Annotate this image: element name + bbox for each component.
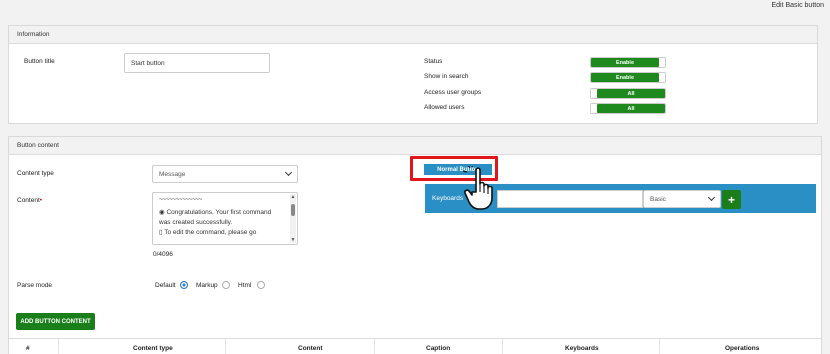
col-operations: Operations [725,345,760,352]
show-in-search-toggle[interactable]: Enable [590,72,666,83]
content-textarea[interactable]: ~~~~~~~~~~~~~ ◉ Congratulations. Your fi… [152,192,298,245]
button-title-label: Button title [24,58,55,65]
parse-html-label: Html [238,282,252,289]
button-title-input[interactable]: Start button [124,53,270,73]
parse-html-radio[interactable] [257,281,265,289]
scroll-up-icon[interactable]: ▲ [290,194,296,200]
parse-default-radio[interactable] [180,281,188,289]
allowed-users-label: Allowed users [424,104,465,111]
access-groups-value: All [597,89,665,98]
status-toggle-value: Enable [591,58,659,67]
information-header: Information [9,26,817,44]
col-keyboards: Keyboards [565,345,599,352]
information-panel: Information [8,25,818,124]
scroll-thumb[interactable] [291,204,295,216]
allowed-users-value: All [597,104,665,113]
content-line-3: was created successfully. [159,219,233,226]
col-content-type: Content type [133,345,173,352]
parse-mode-label: Parse mode [17,282,53,289]
col-caption: Caption [426,345,451,352]
content-type-label: Content type [17,170,54,177]
hand-pointer-icon [462,166,493,210]
allowed-users-toggle[interactable]: All [590,103,666,114]
parse-markup-label: Markup [196,282,218,289]
content-label: Content• [17,197,43,204]
col-index: # [26,345,30,352]
chevron-down-icon [707,193,716,202]
add-keyboard-button[interactable]: + [722,190,741,209]
keyboard-type-select[interactable]: Basic [643,190,721,208]
show-in-search-value: Enable [591,73,659,82]
show-in-search-label: Show in search [424,73,469,80]
add-button-content-button[interactable]: ADD BUTTON CONTENT [16,313,95,330]
access-groups-label: Access user groups [424,89,482,96]
content-line-2: ◉ Congratulations. Your first command [159,209,272,216]
content-table-header: # Content type Content Caption Keyboards… [9,338,821,354]
keyboards-label: Keyboards [432,195,464,202]
status-toggle[interactable]: Enable [590,57,666,68]
content-line-4: ▯ To edit the command, please go [159,229,257,236]
top-bar [0,0,830,14]
page-title: Edit Basic button [771,2,824,9]
keyboard-type-value: Basic [650,195,666,203]
status-label: Status [424,58,443,65]
content-scrollbar[interactable]: ▲ ▼ [290,194,296,243]
parse-markup-radio[interactable] [222,281,230,289]
content-type-select[interactable]: Message [152,165,298,183]
content-type-value: Message [159,170,186,178]
content-counter: 0/4096 [153,251,173,258]
col-content: Content [298,345,323,352]
content-line-1: ~~~~~~~~~~~~~ [159,196,202,203]
parse-default-label: Default [155,282,176,289]
access-groups-toggle[interactable]: All [590,88,666,99]
keyboard-caption-input[interactable] [497,190,643,208]
button-content-header: Button content [9,137,821,155]
chevron-down-icon [284,168,293,177]
scroll-down-icon[interactable]: ▼ [290,237,296,243]
